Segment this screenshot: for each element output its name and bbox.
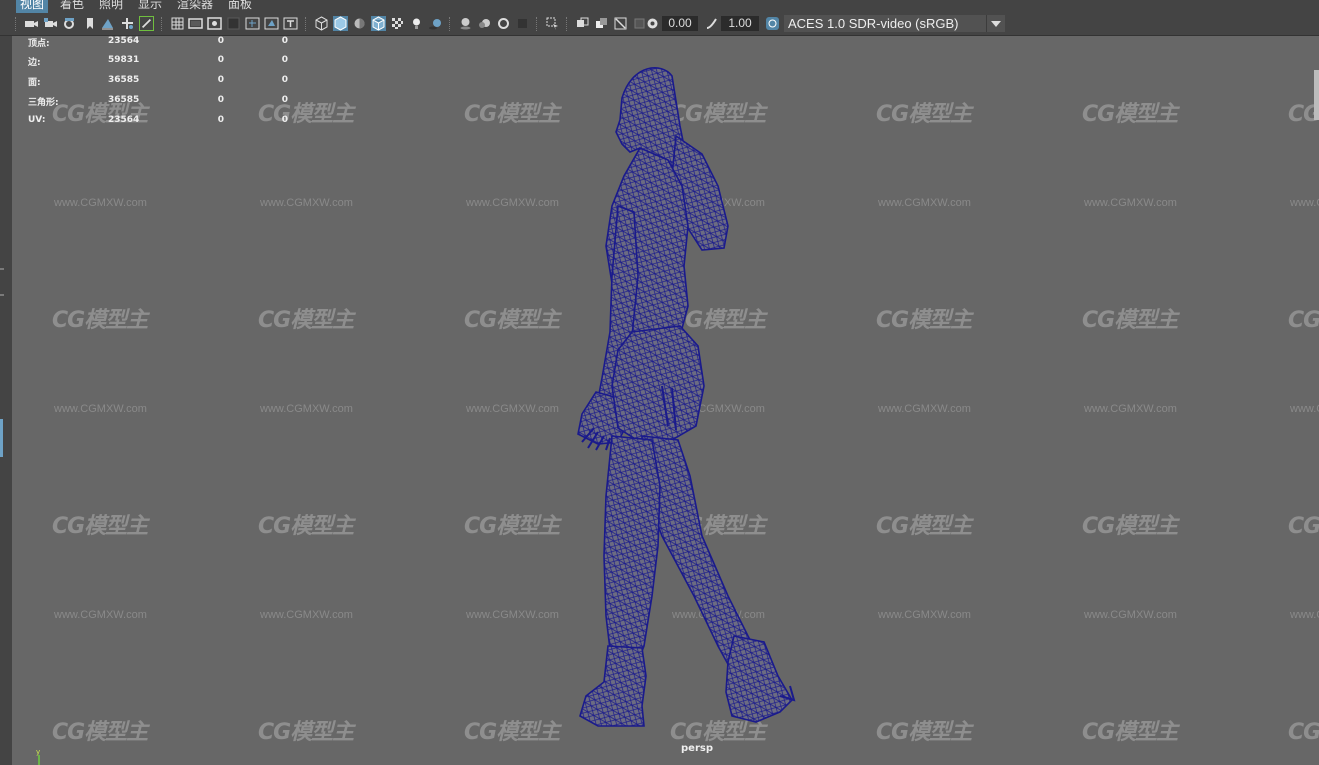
axis-y-label: y: [36, 749, 40, 756]
depth-of-field-icon[interactable]: [515, 16, 530, 31]
hud-label: 顶点:: [28, 39, 50, 49]
menu-renderer[interactable]: 渲染器: [173, 0, 217, 13]
rail-grip[interactable]: [0, 268, 4, 270]
safe-action-icon[interactable]: [264, 16, 279, 31]
menu-shading[interactable]: 着色: [56, 0, 88, 13]
hud-value: 0: [281, 75, 288, 85]
color-management-icon[interactable]: [765, 16, 780, 31]
hud-value: 59831: [108, 55, 140, 65]
use-all-lights-icon[interactable]: [409, 16, 424, 31]
field-chart-icon[interactable]: [245, 16, 260, 31]
menu-lighting[interactable]: 照明: [95, 0, 127, 13]
safe-title-icon[interactable]: [283, 16, 298, 31]
isolate-select-icon[interactable]: [545, 16, 560, 31]
camera-attributes-icon[interactable]: [62, 16, 77, 31]
gate-mask-icon[interactable]: [226, 16, 241, 31]
default-material-icon[interactable]: [352, 16, 367, 31]
hud-value: 0: [217, 95, 224, 105]
menu-view[interactable]: 视图: [16, 0, 49, 13]
gamma-field[interactable]: 1.00: [721, 16, 759, 31]
motion-blur-icon[interactable]: [477, 16, 492, 31]
xray-icon[interactable]: [575, 16, 590, 31]
grease-pencil-icon[interactable]: [139, 16, 154, 31]
camera-select-icon[interactable]: [24, 16, 39, 31]
rail-grip[interactable]: [0, 294, 4, 296]
toolbar-separator: [449, 17, 452, 31]
hud-value: 23564: [108, 115, 140, 125]
left-rail: [0, 36, 12, 765]
viewport-scrollbar[interactable]: [1314, 70, 1319, 120]
camera-name-label: persp: [681, 743, 713, 754]
hud-label: 边:: [28, 58, 41, 68]
hud-label: UV:: [28, 115, 46, 125]
hud-label: 面:: [28, 78, 41, 88]
hud-value: 0: [281, 36, 288, 46]
view-axis-gizmo-icon: y z: [36, 749, 40, 765]
panel-toolbar: 0.00 1.00 ACES 1.0 SDR-video (sRGB): [0, 13, 1319, 36]
xray-active-icon[interactable]: [613, 16, 628, 31]
hud-value: 36585: [108, 95, 140, 105]
screen-space-ao-icon[interactable]: [458, 16, 473, 31]
toolbar-separator: [161, 17, 164, 31]
multisample-aa-icon[interactable]: [496, 16, 511, 31]
toolbar-separator: [305, 17, 308, 31]
toolbar-separator: [566, 17, 569, 31]
grid-icon[interactable]: [170, 16, 185, 31]
toolbar-separator: [536, 17, 539, 31]
xray-joints-icon[interactable]: [594, 16, 609, 31]
hud-value: 0: [217, 115, 224, 125]
image-plane-icon[interactable]: [100, 16, 115, 31]
hud-value: 0: [281, 55, 288, 65]
chevron-down-icon[interactable]: [986, 15, 1005, 32]
hud-value: 0: [217, 75, 224, 85]
hud-value: 23564: [108, 36, 140, 46]
maya-viewport-window: 视图 着色 照明 显示 渲染器 面板 0.00 1.00 ACES 1.0 SD…: [0, 0, 1319, 765]
toolbar-separator: [15, 17, 18, 31]
viewport-3d[interactable]: CG模型主 www.CGMXW.com CG模型主 www.CGMXW.com CG模型…: [12, 36, 1319, 765]
menu-show[interactable]: 显示: [134, 0, 166, 13]
hud-label: 三角形:: [28, 98, 59, 108]
exposure-field[interactable]: 0.00: [662, 16, 698, 31]
hud-value: 0: [217, 36, 224, 46]
color-management-select[interactable]: ACES 1.0 SDR-video (sRGB): [784, 15, 988, 32]
rail-active-marker: [0, 419, 3, 457]
gamma-icon[interactable]: [704, 16, 719, 31]
wireframe-character-model[interactable]: [12, 36, 1319, 765]
hud-value: 0: [217, 55, 224, 65]
shadows-icon[interactable]: [428, 16, 443, 31]
exposure-icon[interactable]: [645, 16, 660, 31]
wireframe-icon[interactable]: [314, 16, 329, 31]
bookmark-icon[interactable]: [82, 16, 97, 31]
wireframe-on-shaded-icon[interactable]: [371, 16, 386, 31]
menu-panels[interactable]: 面板: [224, 0, 256, 13]
hud-value: 0: [281, 95, 288, 105]
hud-value: 36585: [108, 75, 140, 85]
camera-lock-icon[interactable]: [43, 16, 58, 31]
textured-icon[interactable]: [390, 16, 405, 31]
smooth-shade-icon[interactable]: [333, 16, 348, 31]
hud-value: 0: [281, 115, 288, 125]
2d-pan-zoom-icon[interactable]: [120, 16, 135, 31]
resolution-gate-icon[interactable]: [207, 16, 222, 31]
film-gate-icon[interactable]: [188, 16, 203, 31]
panel-menu-bar: 视图 着色 照明 显示 渲染器 面板: [0, 0, 1319, 13]
